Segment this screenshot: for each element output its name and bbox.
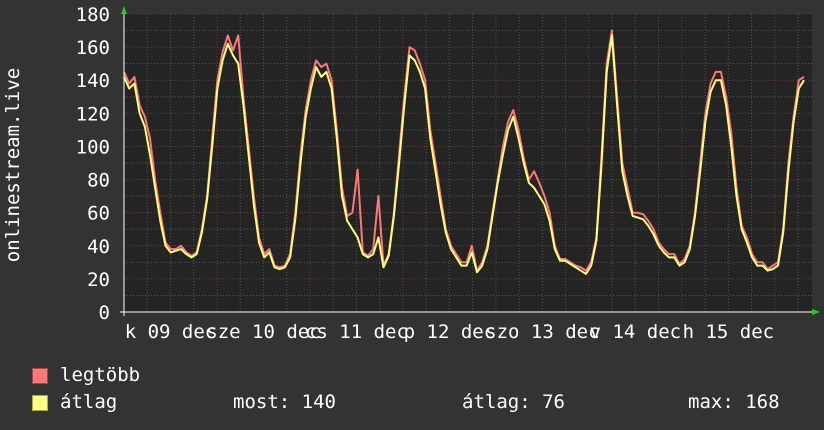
- x-ticks: k 09 decsze 10 deccs 11 decp 12 decszo 1…: [125, 321, 774, 343]
- y-tick-label: 0: [99, 302, 110, 324]
- x-tick-label: szo 13 dec: [485, 321, 599, 343]
- y-tick-label: 160: [76, 37, 110, 59]
- x-tick-label: k 09 dec: [125, 321, 217, 343]
- stat-max: max: 168: [688, 391, 780, 413]
- y-tick-label: 180: [76, 4, 110, 26]
- x-tick-label: v 14 dec: [590, 321, 682, 343]
- x-tick-label: cs 11 dec: [305, 321, 408, 343]
- y-axis-label: onlinestream.live: [2, 68, 24, 262]
- x-tick-label: p 12 dec: [404, 321, 496, 343]
- legend-item-avg: átlag: [32, 391, 117, 413]
- x-tick-label: h 15 dec: [683, 321, 775, 343]
- y-tick-label: 60: [87, 203, 110, 225]
- x-axis-arrow-icon: [812, 309, 820, 315]
- legend-swatch-max: [32, 367, 48, 384]
- y-tick-label: 140: [76, 70, 110, 92]
- y-tick-label: 80: [87, 170, 110, 192]
- plot-area: [124, 14, 812, 312]
- y-tick-label: 20: [87, 269, 110, 291]
- x-tick-label: sze 10 dec: [206, 321, 320, 343]
- y-axis-arrow-icon: [121, 6, 127, 14]
- y-tick-label: 120: [76, 103, 110, 125]
- stat-current: most: 140: [233, 391, 336, 413]
- legend-label-avg: átlag: [60, 391, 118, 413]
- legend-swatch-avg: [32, 394, 48, 411]
- y-ticks: 0 20 40 60 80 100 120 140 160 180: [76, 4, 110, 324]
- y-tick-label: 40: [87, 236, 110, 258]
- legend-label-max: legtöbb: [60, 364, 141, 386]
- y-tick-label: 100: [76, 136, 110, 158]
- legend-item-max: legtöbb: [32, 364, 140, 386]
- stat-average: átlag: 76: [462, 391, 565, 413]
